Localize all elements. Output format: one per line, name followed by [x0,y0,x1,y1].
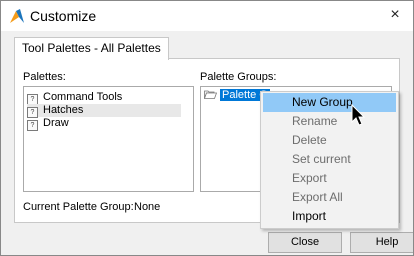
title-bar: Customize × [1,1,413,31]
customize-dialog: Customize × Tool Palettes - All Palettes… [0,0,414,256]
palette-groups-label: Palette Groups: [200,71,277,83]
context-menu: New Group Rename Delete Set current Expo… [260,91,399,229]
open-folder-icon [204,90,217,99]
current-group-label: Current Palette Group: [23,201,134,213]
mouse-pointer-icon [351,104,366,126]
palettes-label: Palettes: [23,71,66,83]
close-window-button[interactable]: × [385,5,405,25]
menu-item-set-current[interactable]: Set current [263,150,396,169]
menu-item-export[interactable]: Export [263,169,396,188]
list-item[interactable]: ? Draw [27,117,69,131]
app-logo-icon [10,9,24,23]
palette-label: Command Tools [43,91,123,103]
palette-label: Hatches [43,104,84,116]
menu-item-export-all[interactable]: Export All [263,188,396,207]
help-button[interactable]: Help [350,232,413,253]
close-button[interactable]: Close [268,232,342,253]
menu-item-delete[interactable]: Delete [263,131,396,150]
list-item[interactable]: ? Hatches [27,104,181,118]
menu-item-import[interactable]: Import [263,207,396,226]
palette-icon: ? [27,120,38,131]
tab-tool-palettes[interactable]: Tool Palettes - All Palettes [14,37,169,60]
list-item[interactable]: ? Command Tools [27,91,123,105]
palette-label: Draw [43,117,69,129]
menu-item-new-group[interactable]: New Group [263,93,396,112]
menu-item-rename[interactable]: Rename [263,112,396,131]
window-title: Customize [30,8,97,24]
palettes-list[interactable]: ? Command Tools ? Hatches ? Draw [23,86,194,192]
current-group-value: None [134,201,161,213]
